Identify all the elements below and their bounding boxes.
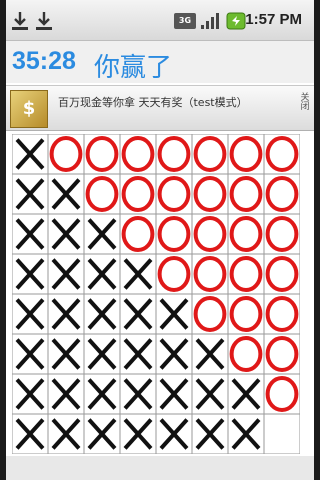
- ad-text[interactable]: 百万现金等你拿 天天有奖（test模式）: [58, 94, 248, 110]
- board-cell[interactable]: [84, 134, 120, 174]
- battery-icon: [226, 12, 246, 30]
- board-cell[interactable]: [192, 174, 228, 214]
- board-cell[interactable]: [120, 134, 156, 174]
- board-cell[interactable]: [84, 294, 120, 334]
- board-cell[interactable]: [264, 214, 300, 254]
- ad-logo-icon[interactable]: $: [10, 90, 48, 128]
- game-header: 35:28 你赢了: [6, 41, 314, 83]
- board-cell[interactable]: [12, 414, 48, 454]
- board-cell[interactable]: [156, 374, 192, 414]
- board-cell[interactable]: [84, 374, 120, 414]
- board-cell[interactable]: [264, 134, 300, 174]
- board-cell[interactable]: [120, 294, 156, 334]
- board-cell[interactable]: [48, 334, 84, 374]
- 3g-icon: 3G: [174, 13, 196, 29]
- board-cell[interactable]: [228, 174, 264, 214]
- board-cell[interactable]: [48, 254, 84, 294]
- board-cell[interactable]: [192, 374, 228, 414]
- board-cell[interactable]: [12, 294, 48, 334]
- board-cell[interactable]: [192, 334, 228, 374]
- result-message: 你赢了: [94, 53, 173, 83]
- board-cell[interactable]: [228, 214, 264, 254]
- board-cell[interactable]: [156, 294, 192, 334]
- board-cell[interactable]: [84, 214, 120, 254]
- signal-icon: [201, 13, 219, 29]
- status-bar: 3G 1:57 PM: [6, 0, 314, 41]
- board-cell[interactable]: [120, 414, 156, 454]
- board-cell[interactable]: [264, 334, 300, 374]
- board-cell[interactable]: [156, 214, 192, 254]
- board-cell[interactable]: [48, 134, 84, 174]
- board-cell[interactable]: [84, 254, 120, 294]
- board-cell[interactable]: [192, 414, 228, 454]
- board-cell[interactable]: [84, 414, 120, 454]
- right-edge: [314, 0, 320, 480]
- board-cell[interactable]: [264, 414, 300, 454]
- board-cell[interactable]: [264, 374, 300, 414]
- game-board[interactable]: [12, 134, 300, 454]
- ad-banner[interactable]: $ 百万现金等你拿 天天有奖（test模式） 关闭: [6, 85, 314, 131]
- board-cell[interactable]: [228, 334, 264, 374]
- board-canvas[interactable]: [12, 134, 300, 454]
- board-cell[interactable]: [228, 374, 264, 414]
- board-cell[interactable]: [228, 414, 264, 454]
- board-cell[interactable]: [228, 294, 264, 334]
- board-cell[interactable]: [156, 334, 192, 374]
- board-cell[interactable]: [192, 214, 228, 254]
- board-cell[interactable]: [156, 254, 192, 294]
- board-cell[interactable]: [264, 254, 300, 294]
- download-icon: [36, 12, 52, 30]
- board-cell[interactable]: [192, 134, 228, 174]
- board-cell[interactable]: [48, 374, 84, 414]
- board-cell[interactable]: [228, 134, 264, 174]
- board-cell[interactable]: [120, 374, 156, 414]
- board-cell[interactable]: [156, 174, 192, 214]
- board-cell[interactable]: [228, 254, 264, 294]
- board-cell[interactable]: [120, 174, 156, 214]
- board-cell[interactable]: [264, 294, 300, 334]
- bottom-area: [6, 456, 314, 480]
- board-cell[interactable]: [12, 174, 48, 214]
- board-cell[interactable]: [48, 294, 84, 334]
- board-cell[interactable]: [12, 214, 48, 254]
- game-timer: 35:28: [12, 47, 76, 75]
- board-cell[interactable]: [84, 334, 120, 374]
- ad-close-button[interactable]: 关闭: [300, 94, 310, 122]
- board-cell[interactable]: [84, 174, 120, 214]
- board-cell[interactable]: [48, 174, 84, 214]
- board-cell[interactable]: [120, 254, 156, 294]
- board-cell[interactable]: [156, 134, 192, 174]
- board-cell[interactable]: [48, 414, 84, 454]
- board-cell[interactable]: [12, 134, 48, 174]
- board-cell[interactable]: [120, 214, 156, 254]
- board-cell[interactable]: [264, 174, 300, 214]
- board-cell[interactable]: [192, 294, 228, 334]
- download-icon: [12, 12, 28, 30]
- board-cell[interactable]: [12, 254, 48, 294]
- board-cell[interactable]: [48, 214, 84, 254]
- clock: 1:57 PM: [245, 11, 302, 28]
- board-cell[interactable]: [192, 254, 228, 294]
- board-cell[interactable]: [120, 334, 156, 374]
- board-cell[interactable]: [12, 334, 48, 374]
- board-cell[interactable]: [156, 414, 192, 454]
- board-cell[interactable]: [12, 374, 48, 414]
